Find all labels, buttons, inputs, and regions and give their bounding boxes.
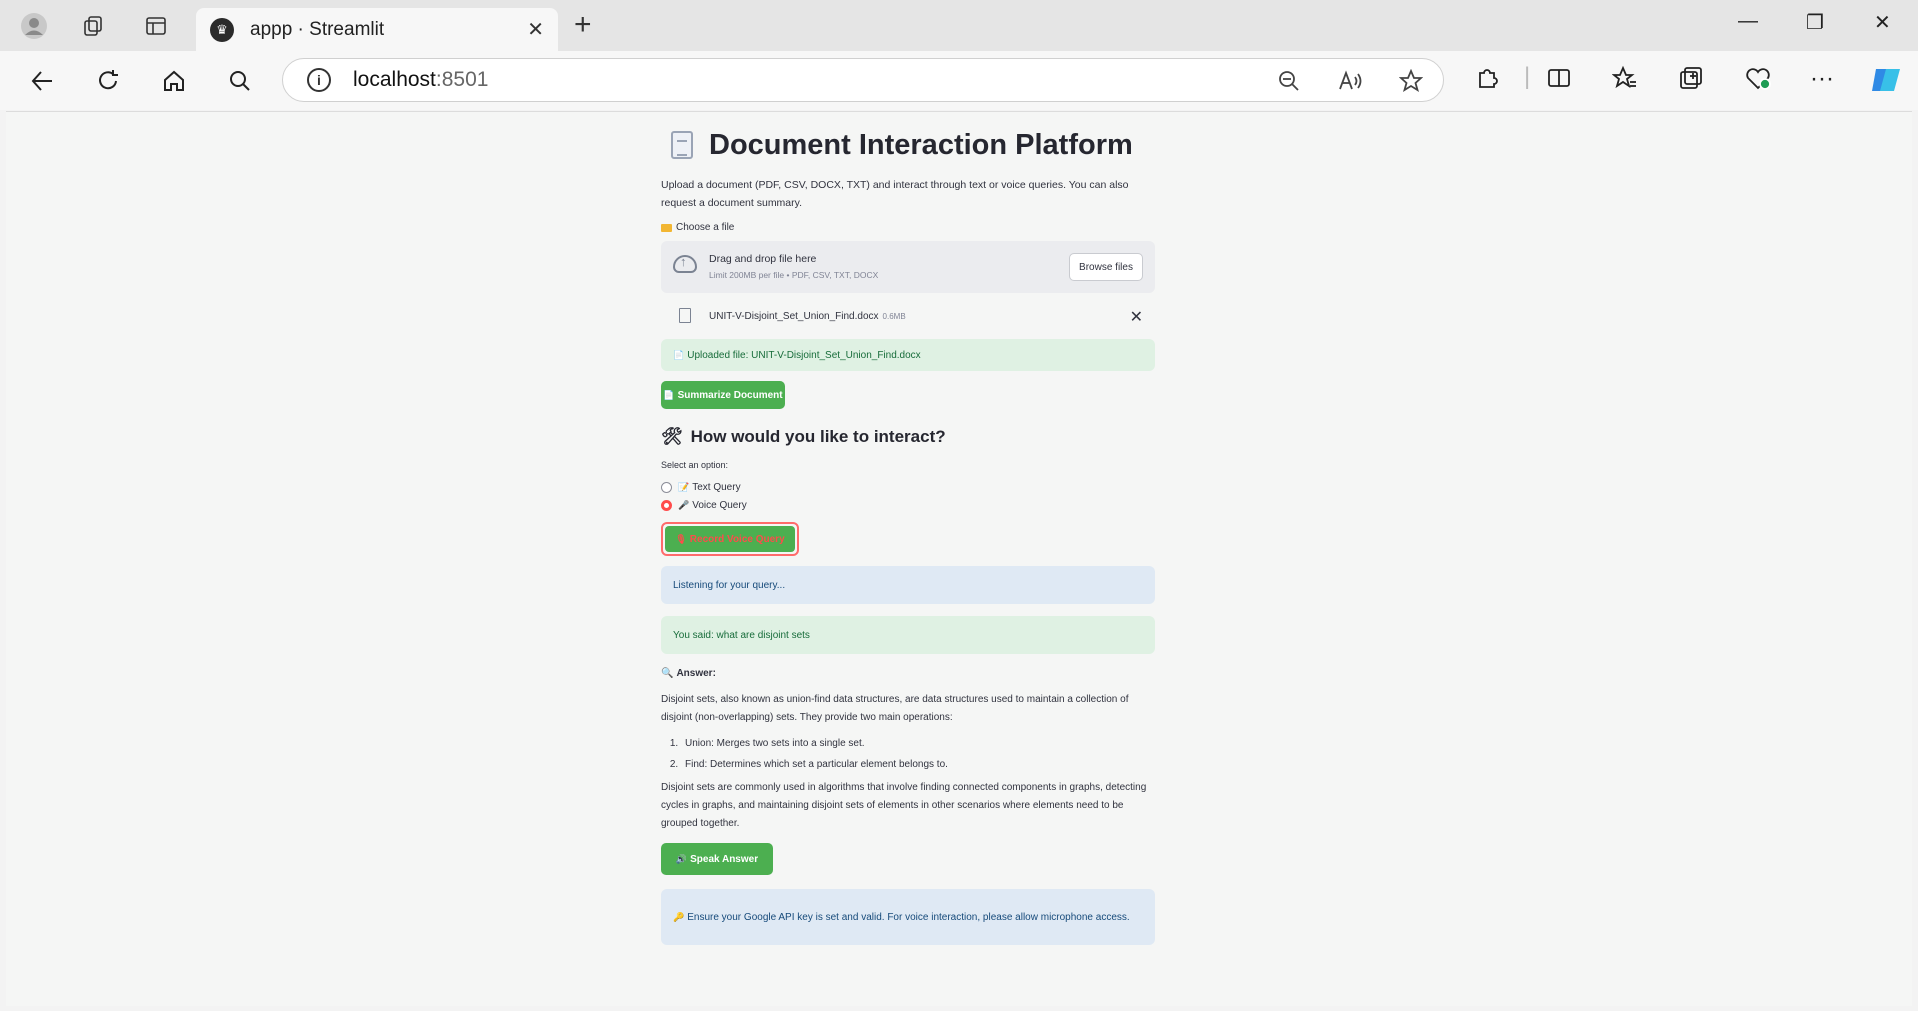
tools-icon: 🛠	[661, 427, 683, 446]
split-screen-icon[interactable]	[1546, 65, 1572, 98]
uploader-label: Choose a file	[661, 222, 1155, 233]
tab-actions-icon[interactable]	[140, 10, 172, 42]
answer-heading-text: Answer:	[676, 668, 716, 679]
upload-success-alert: 📄 Uploaded file: UNIT-V-Disjoint_Set_Uni…	[661, 339, 1155, 371]
browser-essentials-icon[interactable]	[1744, 65, 1772, 98]
cloud-upload-icon	[673, 254, 697, 273]
back-icon[interactable]	[26, 65, 58, 97]
list-item: Union: Merges two sets into a single set…	[681, 733, 1155, 754]
page-title-text: Document Interaction Platform	[709, 128, 1133, 161]
file-dropzone[interactable]: Drag and drop file here Limit 200MB per …	[661, 241, 1155, 293]
dropzone-title: Drag and drop file here	[709, 253, 817, 265]
restore-icon[interactable]: ❐	[1806, 10, 1824, 35]
listening-text: Listening for your query...	[673, 579, 786, 591]
main-column: Document Interaction Platform Upload a d…	[661, 124, 1155, 945]
document-icon	[671, 131, 693, 159]
radio-voice-query-label: Voice Query	[692, 499, 747, 511]
memo-icon: 📄	[663, 389, 675, 400]
window-close-icon[interactable]: ✕	[1874, 10, 1891, 35]
streamlit-crown-icon: ♛	[210, 17, 234, 42]
answer-paragraph-2: Disjoint sets are commonly used in algor…	[661, 782, 1147, 829]
key-icon: 🔑	[673, 911, 685, 922]
address-port: :8501	[435, 68, 489, 91]
toolbar-divider: |	[1524, 63, 1531, 90]
remove-file-icon[interactable]: ✕	[1130, 307, 1143, 327]
select-label: Select an option:	[661, 460, 729, 470]
collections-icon[interactable]	[1678, 65, 1704, 98]
radio-text-query[interactable]: 📝 Text Query	[661, 478, 1155, 496]
browser-titlebar: ♛ appp · Streamlit ✕ + — ❐ ✕	[0, 0, 1918, 51]
tab-title: appp · Streamlit	[250, 18, 385, 40]
page-title: Document Interaction Platform	[671, 124, 1155, 166]
answer-heading: 🔍 Answer:	[661, 668, 1155, 679]
browser-toolbar: i localhost:8501 | ···	[0, 51, 1918, 110]
you-said-text: You said: what are disjoint sets	[673, 629, 810, 641]
tab-close-icon[interactable]: ✕	[527, 17, 544, 42]
profile-icon[interactable]	[18, 10, 50, 42]
page-icon: 📄	[673, 349, 685, 360]
radio-circle[interactable]	[661, 481, 672, 493]
file-name-text: UNIT-V-Disjoint_Set_Union_Find.docx	[709, 311, 879, 322]
uploader-label-text: Choose a file	[676, 222, 735, 233]
favorites-icon[interactable]	[1611, 65, 1638, 98]
copilot-icon[interactable]	[1870, 65, 1904, 102]
microphone-icon: 🎙	[675, 533, 687, 544]
zoom-out-icon[interactable]	[1277, 69, 1301, 99]
interact-heading-text: How would you like to interact?	[690, 427, 946, 446]
interact-heading: 🛠 How would you like to interact?	[661, 427, 1155, 447]
speaker-icon: 🔊	[675, 853, 688, 864]
site-info-icon[interactable]: i	[307, 68, 331, 92]
microphone-icon: 🎤	[678, 499, 690, 510]
api-note-alert: 🔑 Ensure your Google API key is set and v…	[661, 889, 1155, 945]
summarize-button[interactable]: 📄 Summarize Document	[661, 381, 785, 409]
api-note-text: 🔑 Ensure your Google API key is set and v…	[673, 909, 1130, 926]
summarize-label: Summarize Document	[677, 389, 783, 401]
read-aloud-icon[interactable]	[1337, 69, 1363, 99]
upload-success-text: Uploaded file: UNIT-V-Disjoint_Set_Union…	[687, 349, 921, 361]
magnifier-icon: 🔍	[661, 668, 674, 679]
record-button-focus-ring: 🎙 Record Voice Query	[661, 522, 799, 556]
tab-active[interactable]: ♛ appp · Streamlit ✕	[196, 8, 558, 51]
folder-icon	[661, 223, 672, 232]
api-note-body: Ensure your Google API key is set and va…	[687, 911, 1130, 923]
workspaces-icon[interactable]	[78, 10, 110, 42]
address-bar[interactable]: i localhost:8501	[282, 58, 1444, 102]
answer-paragraph-1: Disjoint sets, also known as union-find …	[661, 694, 1129, 723]
minimize-icon[interactable]: —	[1738, 10, 1758, 33]
radio-text-query-label: Text Query	[692, 481, 741, 493]
memo-icon: 📝	[678, 481, 690, 492]
favorite-star-icon[interactable]	[1398, 68, 1424, 99]
listening-alert: Listening for your query...	[661, 566, 1155, 604]
dropzone-subtitle: Limit 200MB per file • PDF, CSV, TXT, DO…	[709, 270, 879, 280]
you-said-alert: You said: what are disjoint sets	[661, 616, 1155, 654]
file-name: UNIT-V-Disjoint_Set_Union_Find.docx 0.6MB	[709, 311, 906, 322]
radio-voice-query[interactable]: 🎤 Voice Query	[661, 496, 1155, 514]
record-voice-button[interactable]: 🎙 Record Voice Query	[665, 526, 795, 552]
refresh-icon[interactable]	[92, 65, 124, 97]
more-options-icon[interactable]: ···	[1810, 65, 1834, 93]
extensions-icon[interactable]	[1474, 65, 1500, 98]
answer-list: Union: Merges two sets into a single set…	[681, 733, 1155, 775]
speak-answer-button[interactable]: 🔊 Speak Answer	[661, 843, 773, 875]
intro-text: Upload a document (PDF, CSV, DOCX, TXT) …	[661, 179, 1129, 209]
record-voice-label: Record Voice Query	[689, 533, 785, 545]
list-item: Find: Determines which set a particular …	[681, 754, 1155, 775]
radio-circle-selected[interactable]	[661, 499, 672, 511]
file-size: 0.6MB	[882, 312, 906, 321]
search-icon[interactable]	[224, 65, 256, 97]
speak-answer-label: Speak Answer	[690, 853, 759, 865]
new-tab-icon[interactable]: +	[574, 10, 592, 40]
home-icon[interactable]	[158, 65, 190, 97]
browse-files-button[interactable]: Browse files	[1069, 253, 1143, 281]
page-viewport: Document Interaction Platform Upload a d…	[6, 111, 1912, 1006]
interaction-radio-group: 📝 Text Query 🎤 Voice Query	[661, 478, 1155, 514]
file-icon	[679, 308, 691, 323]
uploaded-file-row: UNIT-V-Disjoint_Set_Union_Find.docx 0.6MB…	[661, 299, 1155, 333]
address-host: localhost	[353, 68, 436, 91]
